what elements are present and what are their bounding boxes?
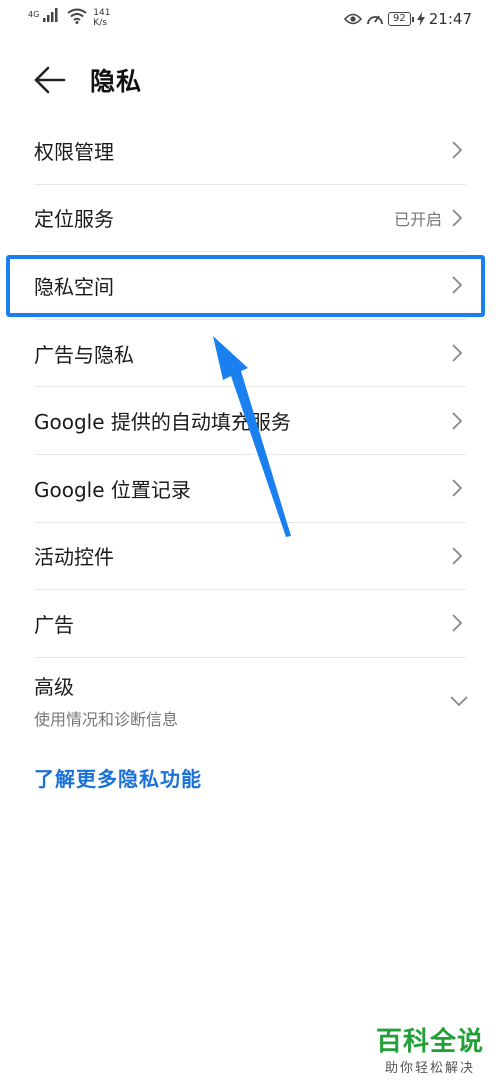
list-item-label: 广告与隐私	[34, 342, 134, 367]
list-item-location[interactable]: 定位服务 已开启	[34, 185, 466, 253]
chevron-down-icon	[450, 696, 468, 707]
network-speed: 141 K/s	[93, 8, 110, 28]
page-title: 隐私	[90, 67, 143, 96]
chevron-right-icon	[452, 412, 463, 430]
battery-indicator: 92	[388, 12, 414, 26]
chevron-right-icon	[452, 614, 463, 633]
speedometer-icon	[367, 15, 383, 25]
chevron-right-icon	[452, 547, 463, 565]
watermark-title: 百科全说	[375, 1027, 484, 1057]
signal-icon	[43, 8, 58, 22]
location-status: 已开启	[393, 209, 442, 229]
list-item-google-location-history[interactable]: Google 位置记录	[34, 455, 466, 523]
chevron-right-icon	[452, 344, 463, 362]
list-item-label: 广告	[34, 612, 74, 637]
chevron-right-icon	[452, 276, 463, 295]
status-left: 4G 141 K/s	[28, 8, 110, 28]
wifi-icon	[67, 8, 87, 24]
charging-icon	[416, 12, 425, 26]
header: 隐私	[0, 52, 500, 108]
speed-unit: K/s	[93, 18, 107, 28]
list-item-private-space[interactable]: 隐私空间	[34, 252, 466, 320]
list-item-subtitle: 使用情况和诊断信息	[34, 710, 179, 730]
list-item-label: 权限管理	[34, 139, 114, 164]
list-item-label: 高级	[34, 675, 74, 700]
list-item-label: Google 位置记录	[34, 477, 191, 502]
clock: 21:47	[428, 10, 472, 28]
watermark: 百科全说 助你轻松解决	[376, 1027, 484, 1076]
eye-icon	[344, 13, 363, 25]
chevron-right-icon	[452, 479, 463, 497]
chevron-right-icon	[452, 209, 463, 227]
list-item-advanced[interactable]: 高级 使用情况和诊断信息	[34, 658, 468, 744]
back-arrow-icon	[34, 66, 66, 94]
list-item-label: 定位服务	[34, 207, 114, 232]
list-item-label: 隐私空间	[34, 274, 114, 299]
list-item-ads-privacy[interactable]: 广告与隐私	[34, 320, 466, 388]
list-item-permissions[interactable]: 权限管理	[34, 117, 466, 185]
list-item-label: 活动控件	[34, 545, 114, 570]
network-type: 4G	[28, 10, 40, 19]
settings-list: 权限管理 定位服务 已开启 隐私空间 广告与隐私 Google 提供的自动填充服…	[0, 117, 500, 744]
speed-value: 141	[93, 8, 111, 18]
status-bar: 4G 141 K/s 92 21:47	[0, 0, 500, 38]
learn-more-link[interactable]: 了解更多隐私功能	[34, 763, 202, 792]
list-item-google-autofill[interactable]: Google 提供的自动填充服务	[34, 387, 466, 455]
back-button[interactable]	[30, 60, 70, 100]
list-item-ads[interactable]: 广告	[34, 590, 466, 658]
status-right: 92 21:47	[344, 10, 472, 28]
list-item-label: Google 提供的自动填充服务	[34, 410, 291, 435]
chevron-right-icon	[452, 141, 463, 159]
list-item-activity-controls[interactable]: 活动控件	[34, 523, 466, 591]
watermark-subtitle: 助你轻松解决	[384, 1061, 475, 1076]
